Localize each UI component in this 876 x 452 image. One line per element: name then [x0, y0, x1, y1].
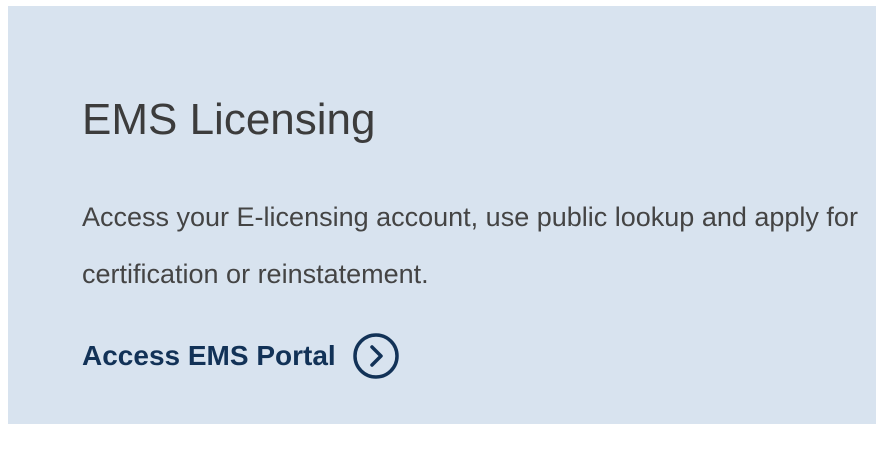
access-ems-portal-link[interactable]: Access EMS Portal [82, 330, 400, 382]
ems-licensing-card: EMS Licensing Access your E-licensing ac… [8, 6, 876, 424]
card-description: Access your E-licensing account, use pub… [82, 202, 858, 289]
access-ems-portal-label: Access EMS Portal [82, 340, 336, 371]
chevron-right-circle-icon[interactable] [352, 332, 400, 380]
card-title: EMS Licensing [82, 95, 376, 144]
